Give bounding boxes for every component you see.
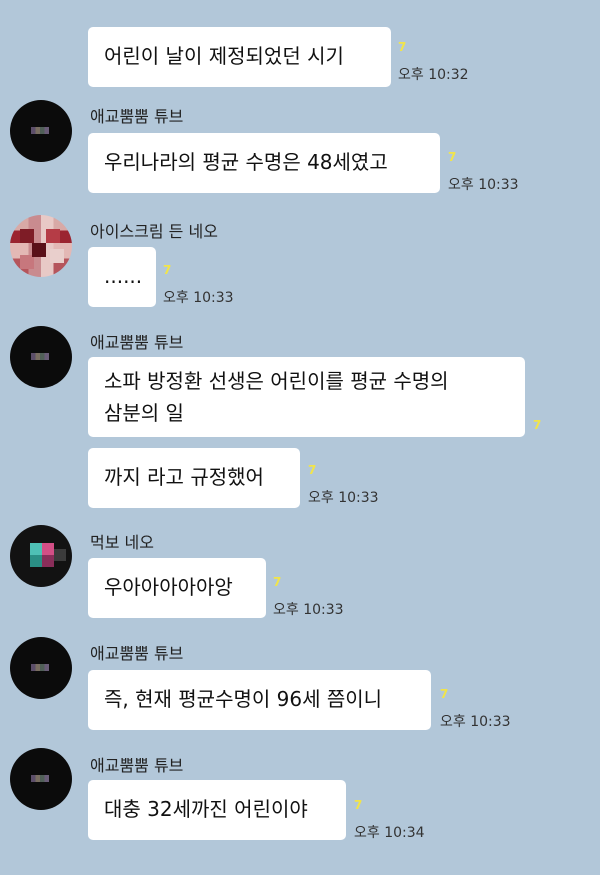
- unread-count: 7: [273, 575, 282, 589]
- message-bubble[interactable]: ......: [88, 247, 156, 307]
- sender-name: 애교뿜뿜 튜브: [90, 644, 184, 663]
- message-bubble[interactable]: 우아아아아아앙: [88, 558, 266, 618]
- unread-count: 7: [163, 263, 172, 277]
- message-time: 오후 10:33: [448, 177, 519, 193]
- message-time: 오후 10:32: [398, 67, 469, 83]
- message-text: ......: [104, 264, 143, 288]
- message-bubble[interactable]: 까지 라고 규정했어: [88, 448, 300, 508]
- message-time: 오후 10:33: [308, 490, 379, 506]
- message-text: 우아아아아아앙: [104, 575, 233, 599]
- avatar[interactable]: [10, 748, 72, 810]
- sender-name: 먹보 네오: [90, 533, 154, 552]
- message-time: 오후 10:33: [163, 290, 234, 306]
- avatar[interactable]: [10, 215, 72, 277]
- unread-count: 7: [440, 687, 449, 701]
- message-text: 어린이 날이 제정되었던 시기: [104, 44, 344, 68]
- message-time: 오후 10:33: [273, 602, 344, 618]
- sender-name: 애교뿜뿜 튜브: [90, 107, 184, 126]
- message-text: 까지 라고 규정했어: [104, 465, 264, 489]
- message-text-line: 삼분의 일: [104, 401, 184, 425]
- unread-count: 7: [308, 463, 317, 477]
- message-bubble[interactable]: 소파 방정환 선생은 어린이를 평균 수명의 삼분의 일: [88, 357, 525, 437]
- message-text: 즉, 현재 평균수명이 96세 쯤이니: [104, 687, 383, 711]
- unread-count: 7: [533, 418, 542, 432]
- message-time: 오후 10:33: [440, 714, 511, 730]
- message-text-line: 소파 방정환 선생은 어린이를 평균 수명의: [104, 369, 449, 393]
- unread-count: 7: [398, 40, 407, 54]
- message-text: 대충 32세까진 어린이야: [104, 797, 308, 821]
- avatar[interactable]: [10, 100, 72, 162]
- message-text: 우리나라의 평균 수명은 48세였고: [104, 150, 388, 174]
- message-time: 오후 10:34: [354, 825, 425, 841]
- unread-count: 7: [354, 798, 363, 812]
- sender-name: 아이스크림 든 네오: [90, 222, 218, 241]
- message-bubble[interactable]: 대충 32세까진 어린이야: [88, 780, 346, 840]
- avatar[interactable]: [10, 637, 72, 699]
- unread-count: 7: [448, 150, 457, 164]
- sender-name: 애교뿜뿜 튜브: [90, 756, 184, 775]
- sender-name: 애교뿜뿜 튜브: [90, 333, 184, 352]
- avatar[interactable]: [10, 326, 72, 388]
- message-bubble[interactable]: 즉, 현재 평균수명이 96세 쯤이니: [88, 670, 431, 730]
- avatar[interactable]: [10, 525, 72, 587]
- message-bubble[interactable]: 우리나라의 평균 수명은 48세였고: [88, 133, 440, 193]
- message-bubble[interactable]: 어린이 날이 제정되었던 시기: [88, 27, 391, 87]
